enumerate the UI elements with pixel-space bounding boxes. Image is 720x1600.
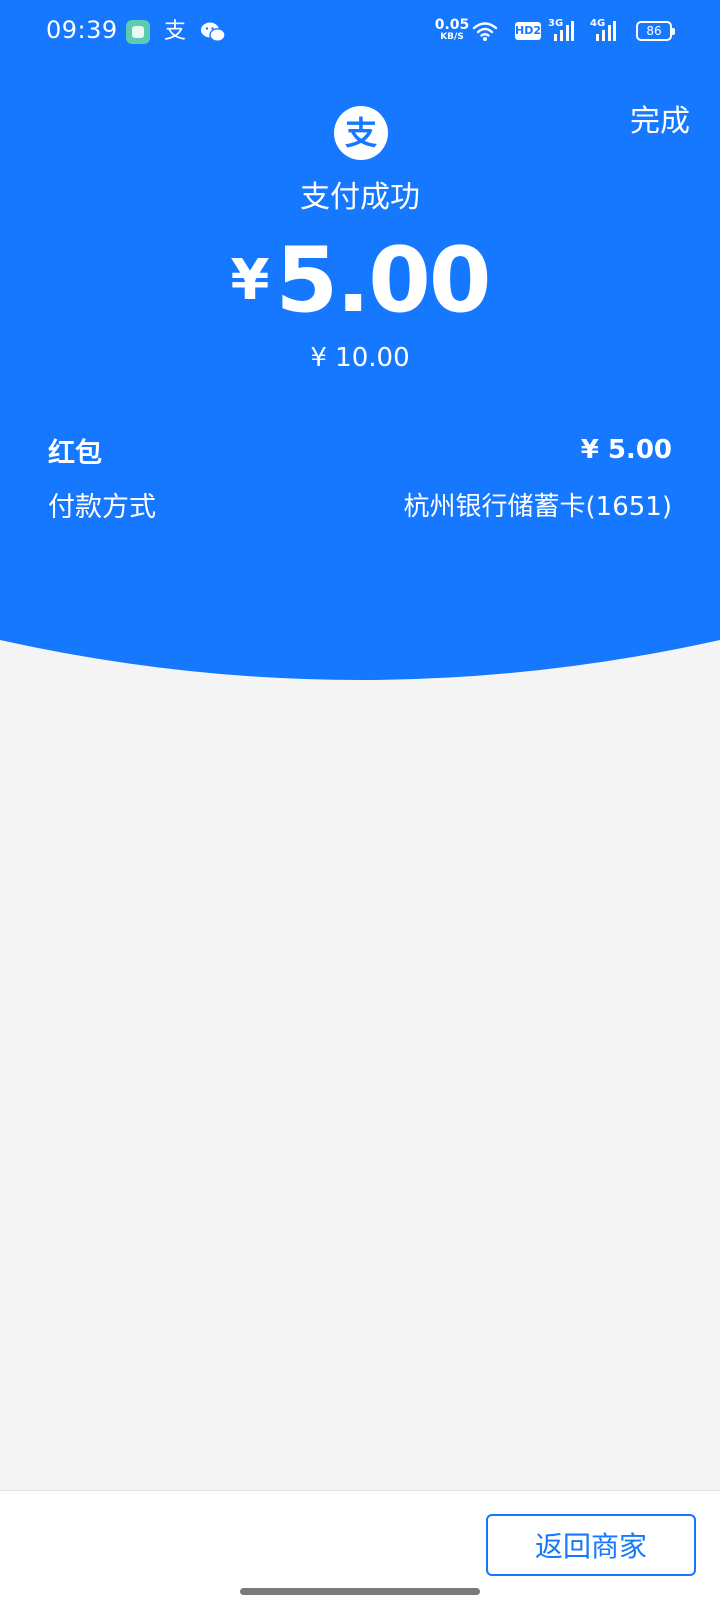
wechat-icon [201,22,226,42]
alipay-logo-glyph: 支 [344,114,377,152]
done-button[interactable]: 完成 [630,96,690,140]
alipay-icon: 支 [164,19,187,44]
payment-method-row: 付款方式 杭州银行储蓄卡(1651) [48,484,672,524]
paid-amount: ¥5.00 [0,228,720,333]
battery-level: 86 [646,24,662,38]
hd-voice-icon: HD2 [515,22,541,40]
payment-method-value: 杭州银行储蓄卡(1651) [403,491,672,522]
signal-icon [554,21,574,41]
return-to-merchant-button[interactable]: 返回商家 [486,1514,696,1576]
home-indicator[interactable] [240,1588,480,1595]
payment-method-label: 付款方式 [48,491,156,523]
red-packet-value: ¥ 5.00 [580,435,672,465]
original-amount: ¥ 10.00 [310,343,410,373]
amount-value: 5.00 [275,228,491,333]
app-notification-icon [126,20,150,44]
notification-icons: 支 [126,20,226,44]
signal-icon [596,21,616,41]
status-bar: 09:39 支 0.05 KB/S HD2 3G 4G 86 [0,0,720,64]
status-time: 09:39 [46,16,118,44]
currency-symbol: ¥ [230,248,270,313]
red-packet-label: 红包 [48,437,102,469]
alipay-logo-icon: 支 [334,106,388,160]
wifi-icon [472,22,498,41]
red-packet-row: 红包 ¥ 5.00 [48,430,672,470]
payment-status-title: 支付成功 [300,180,420,215]
network-speed: 0.05 KB/S [434,17,470,42]
battery-icon: 86 [636,21,675,41]
